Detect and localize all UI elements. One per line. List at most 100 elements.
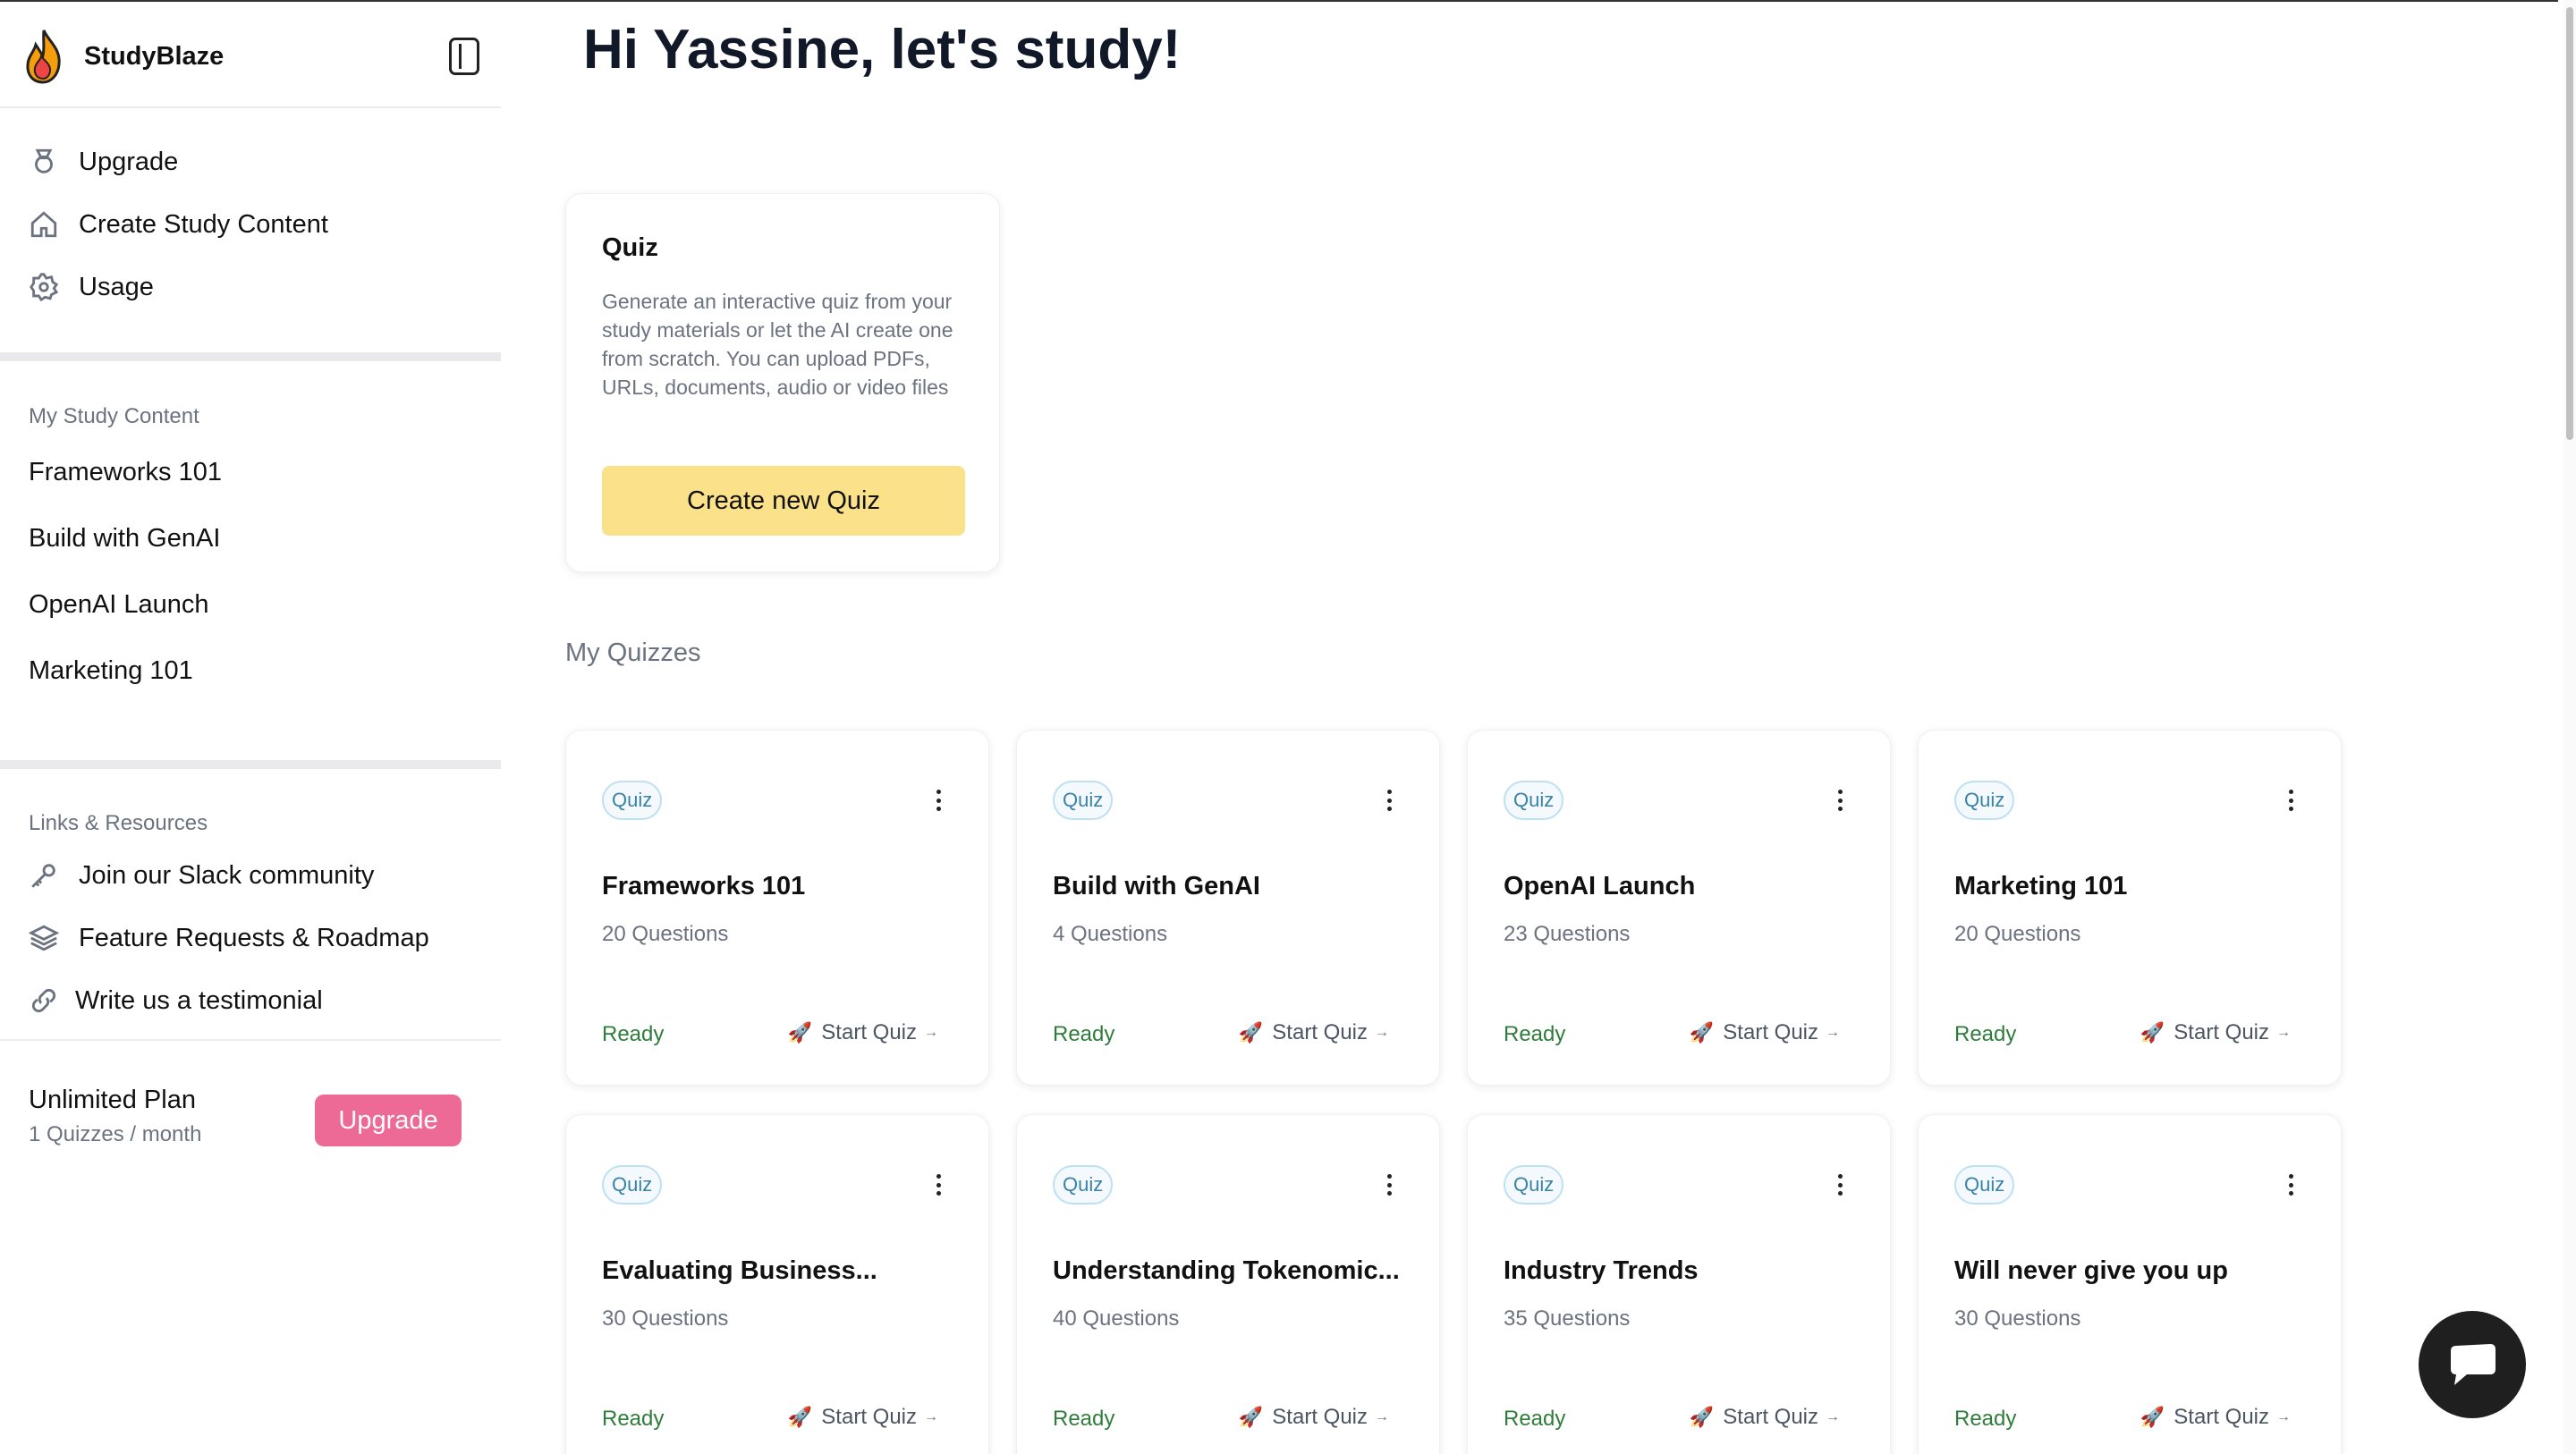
start-quiz-label: Start Quiz bbox=[1723, 1020, 1818, 1044]
main-content: Hi Yassine, let's study! Quiz Generate a… bbox=[501, 0, 2558, 1454]
quiz-question-count: 30 Questions bbox=[1954, 1306, 2081, 1331]
rocket-icon: 🚀 bbox=[787, 1406, 813, 1428]
rocket-icon: 🚀 bbox=[1238, 1021, 1264, 1044]
nav-upgrade[interactable]: Upgrade bbox=[29, 147, 178, 177]
quiz-question-count: 4 Questions bbox=[1053, 922, 1168, 946]
brand[interactable]: StudyBlaze bbox=[23, 25, 479, 88]
start-quiz-label: Start Quiz bbox=[1272, 1405, 1368, 1429]
upgrade-button[interactable]: Upgrade bbox=[315, 1095, 462, 1146]
divider bbox=[0, 352, 501, 361]
more-options-icon[interactable] bbox=[929, 1169, 947, 1201]
start-quiz-button[interactable]: 🚀 Start Quiz → bbox=[1690, 1020, 1840, 1045]
my-quizzes-heading: My Quizzes bbox=[565, 638, 701, 667]
quiz-status: Ready bbox=[1954, 1022, 2017, 1046]
sidebar: StudyBlaze Upgrade Create Study Content … bbox=[0, 0, 501, 1454]
arrow-right-icon: → bbox=[924, 1025, 938, 1040]
more-options-icon[interactable] bbox=[2282, 1169, 2300, 1201]
arrow-right-icon: → bbox=[1826, 1025, 1840, 1040]
quiz-type-badge: Quiz bbox=[1954, 781, 2015, 820]
my-study-content-heading: My Study Content bbox=[29, 404, 199, 428]
study-content-item[interactable]: Marketing 101 bbox=[29, 656, 193, 686]
quiz-question-count: 23 Questions bbox=[1504, 922, 1631, 946]
start-quiz-button[interactable]: 🚀 Start Quiz → bbox=[1239, 1020, 1389, 1045]
study-content-item[interactable]: Build with GenAI bbox=[29, 524, 220, 554]
quiz-type-badge: Quiz bbox=[1954, 1165, 2015, 1205]
arrow-right-icon: → bbox=[1375, 1025, 1389, 1040]
quiz-title: Understanding Tokenomic... bbox=[1053, 1256, 1400, 1285]
quiz-card[interactable]: Quiz Marketing 101 20 Questions Ready 🚀 Start… bbox=[1918, 730, 2342, 1086]
quiz-question-count: 20 Questions bbox=[602, 922, 729, 946]
quiz-title: Will never give you up bbox=[1954, 1256, 2228, 1285]
quiz-status: Ready bbox=[602, 1022, 665, 1046]
start-quiz-label: Start Quiz bbox=[2174, 1020, 2269, 1044]
badge-icon bbox=[35, 148, 53, 173]
sidebar-toggle-icon[interactable] bbox=[449, 38, 479, 75]
more-options-icon[interactable] bbox=[1380, 1169, 1398, 1201]
nav-usage[interactable]: Usage bbox=[29, 272, 154, 302]
start-quiz-label: Start Quiz bbox=[821, 1020, 917, 1044]
quiz-card[interactable]: Quiz Industry Trends 35 Questions Ready 🚀 Sta… bbox=[1467, 1114, 1891, 1454]
quiz-card[interactable]: Quiz Build with GenAI 4 Questions Ready 🚀 Sta… bbox=[1016, 730, 1440, 1086]
quiz-question-count: 35 Questions bbox=[1504, 1306, 1631, 1331]
rocket-icon: 🚀 bbox=[2140, 1406, 2165, 1428]
quiz-card[interactable]: Quiz Frameworks 101 20 Questions Ready 🚀 Star… bbox=[565, 730, 989, 1086]
quiz-status: Ready bbox=[1053, 1022, 1115, 1046]
quiz-type-badge: Quiz bbox=[1504, 781, 1564, 820]
rocket-icon: 🚀 bbox=[2140, 1021, 2165, 1044]
link-feature-requests[interactable]: Feature Requests & Roadmap bbox=[29, 923, 429, 953]
link-slack-label: Join our Slack community bbox=[79, 860, 375, 890]
arrow-right-icon: → bbox=[924, 1409, 938, 1424]
quiz-card[interactable]: Quiz Evaluating Business... 30 Questions Re… bbox=[565, 1114, 989, 1454]
divider bbox=[0, 760, 501, 769]
start-quiz-label: Start Quiz bbox=[1272, 1020, 1368, 1044]
brand-name: StudyBlaze bbox=[84, 41, 225, 71]
rocket-icon: 🚀 bbox=[787, 1021, 813, 1044]
quiz-card[interactable]: Quiz Understanding Tokenomic... 40 Questio… bbox=[1016, 1114, 1440, 1454]
key-icon bbox=[31, 864, 55, 888]
plan-title: Unlimited Plan bbox=[29, 1086, 196, 1114]
quiz-status: Ready bbox=[602, 1407, 665, 1431]
link-testimonial[interactable]: Write us a testimonial bbox=[29, 985, 323, 1016]
scrollbar[interactable] bbox=[2563, 0, 2576, 1454]
layers-icon bbox=[29, 925, 59, 951]
start-quiz-button[interactable]: 🚀 Start Quiz → bbox=[788, 1020, 938, 1045]
arrow-right-icon: → bbox=[1375, 1409, 1389, 1424]
quiz-type-badge: Quiz bbox=[602, 1165, 663, 1205]
study-content-item[interactable]: OpenAI Launch bbox=[29, 590, 209, 620]
start-quiz-button[interactable]: 🚀 Start Quiz → bbox=[788, 1405, 938, 1430]
study-content-item[interactable]: Frameworks 101 bbox=[29, 458, 222, 487]
quiz-title: Industry Trends bbox=[1504, 1256, 1699, 1285]
more-options-icon[interactable] bbox=[929, 784, 947, 816]
nav-create-study-content[interactable]: Create Study Content bbox=[29, 209, 328, 240]
link-feature-label: Feature Requests & Roadmap bbox=[79, 923, 429, 952]
create-new-quiz-button[interactable]: Create new Quiz bbox=[602, 466, 965, 536]
quiz-status: Ready bbox=[1504, 1022, 1566, 1046]
scrollbar-thumb[interactable] bbox=[2566, 7, 2573, 440]
rocket-icon: 🚀 bbox=[1689, 1021, 1715, 1044]
quiz-type-badge: Quiz bbox=[1053, 781, 1114, 820]
quiz-title: Build with GenAI bbox=[1053, 872, 1260, 900]
links-resources-heading: Links & Resources bbox=[29, 811, 208, 835]
quiz-question-count: 40 Questions bbox=[1053, 1306, 1180, 1331]
gear-icon bbox=[30, 273, 59, 302]
more-options-icon[interactable] bbox=[1831, 784, 1849, 816]
plan-info: Unlimited Plan 1 Quizzes / month bbox=[29, 1086, 201, 1147]
more-options-icon[interactable] bbox=[1831, 1169, 1849, 1201]
link-testimonial-label: Write us a testimonial bbox=[75, 985, 323, 1015]
quiz-question-count: 20 Questions bbox=[1954, 922, 2081, 946]
quiz-question-count: 30 Questions bbox=[602, 1306, 729, 1331]
link-slack-community[interactable]: Join our Slack community bbox=[29, 860, 374, 891]
chat-button[interactable] bbox=[2419, 1311, 2526, 1418]
quiz-card[interactable]: Quiz Will never give you up 30 Questions Re… bbox=[1918, 1114, 2342, 1454]
start-quiz-button[interactable]: 🚀 Start Quiz → bbox=[2140, 1020, 2291, 1045]
link-icon bbox=[31, 988, 56, 1013]
quiz-card[interactable]: Quiz OpenAI Launch 23 Questions Ready 🚀 Start… bbox=[1467, 730, 1891, 1086]
start-quiz-button[interactable]: 🚀 Start Quiz → bbox=[2140, 1405, 2291, 1430]
nav-upgrade-label: Upgrade bbox=[79, 147, 179, 176]
more-options-icon[interactable] bbox=[1380, 784, 1398, 816]
rocket-icon: 🚀 bbox=[1689, 1406, 1715, 1428]
start-quiz-button[interactable]: 🚀 Start Quiz → bbox=[1690, 1405, 1840, 1430]
more-options-icon[interactable] bbox=[2282, 784, 2300, 816]
start-quiz-button[interactable]: 🚀 Start Quiz → bbox=[1239, 1405, 1389, 1430]
nav-usage-label: Usage bbox=[79, 272, 154, 301]
